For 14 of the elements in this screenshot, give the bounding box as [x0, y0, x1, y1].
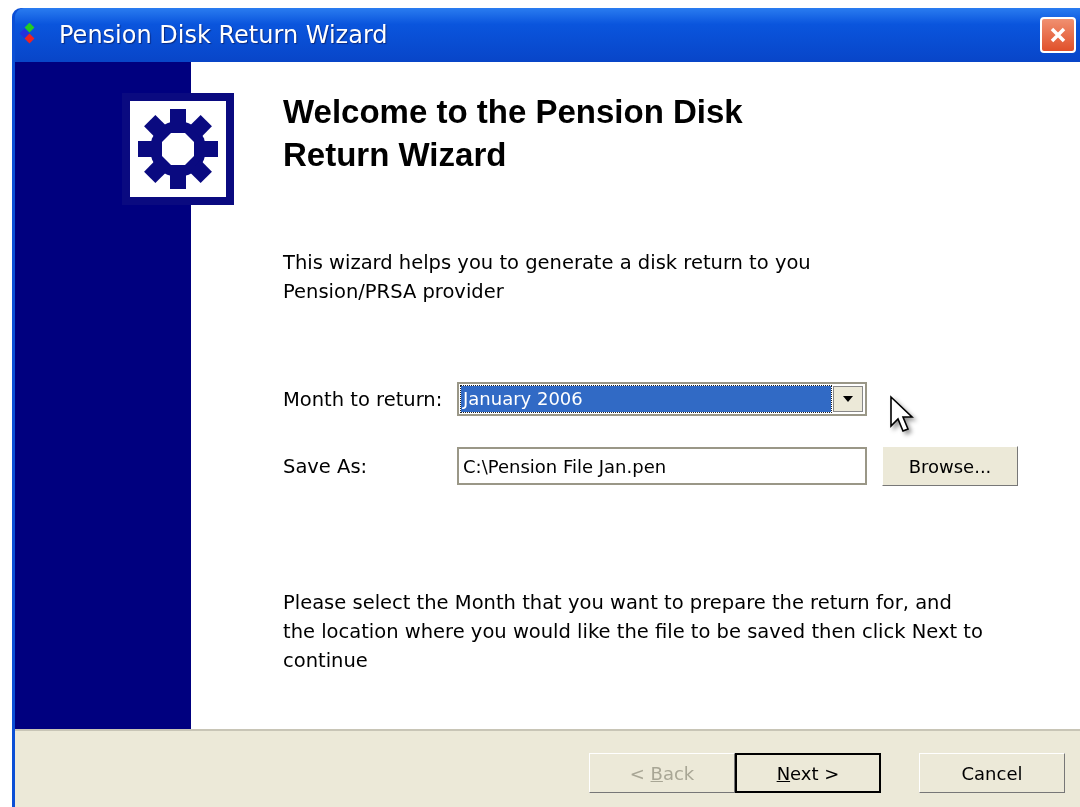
close-icon: [1048, 25, 1068, 45]
month-dropdown[interactable]: January 2006: [457, 382, 867, 416]
window-title: Pension Disk Return Wizard: [59, 21, 388, 49]
browse-button[interactable]: Browse...: [882, 446, 1018, 486]
gear-icon: [122, 93, 234, 205]
close-button[interactable]: [1040, 17, 1076, 53]
month-label: Month to return:: [283, 387, 444, 411]
save-as-label: Save As:: [283, 454, 369, 478]
next-button[interactable]: Next >: [735, 753, 881, 793]
save-as-field[interactable]: C:\Pension File Jan.pen: [457, 447, 867, 485]
wizard-heading: Welcome to the Pension Disk Return Wizard: [283, 92, 744, 175]
intro-text: This wizard helps you to generate a disk return to you Pension/PRSA provider: [283, 250, 812, 305]
cancel-button[interactable]: Cancel: [919, 753, 1065, 793]
instruction-text: Please select the Month that you want to prepare the return for, and the location where you would like the file to be saved then click Next to continue: [283, 590, 983, 674]
